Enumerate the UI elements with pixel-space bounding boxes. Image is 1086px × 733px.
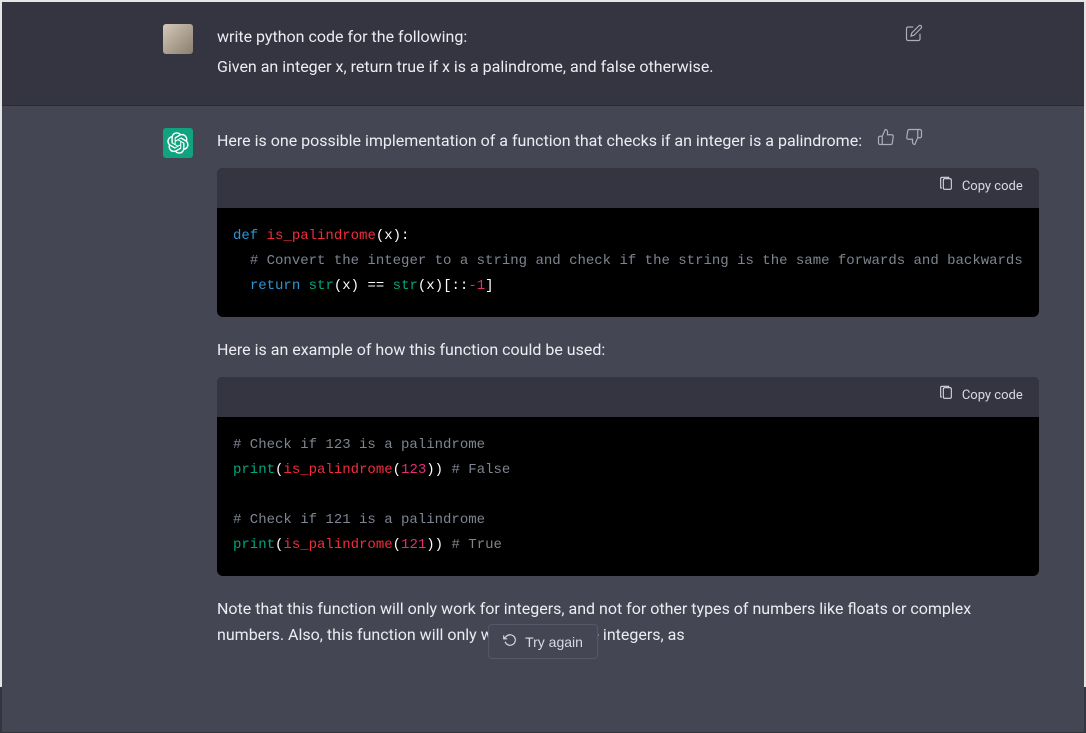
try-again-label: Try again [525, 634, 583, 650]
copy-code-button[interactable]: Copy code [938, 176, 1023, 200]
assistant-avatar [163, 128, 193, 158]
copy-label: Copy code [962, 386, 1023, 407]
assistant-note: Note that this function will only work f… [217, 596, 1039, 647]
copy-label: Copy code [962, 177, 1023, 198]
thumbs-up-icon[interactable] [877, 128, 895, 146]
assistant-mid: Here is an example of how this function … [217, 337, 1039, 363]
code-block-1: Copy code def is_palindrome(x): # Conver… [217, 168, 1039, 317]
edit-icon[interactable] [905, 24, 923, 42]
try-again-button[interactable]: Try again [488, 624, 598, 659]
clipboard-icon [938, 385, 954, 409]
user-content: write python code for the following: Giv… [217, 24, 923, 83]
clipboard-icon [938, 176, 954, 200]
user-line-1: write python code for the following: [217, 24, 923, 50]
thumbs-down-icon[interactable] [905, 128, 923, 146]
copy-code-button[interactable]: Copy code [938, 385, 1023, 409]
assistant-content: Here is one possible implementation of a… [217, 128, 1039, 651]
code-body-1: def is_palindrome(x): # Convert the inte… [217, 208, 1039, 318]
user-message: write python code for the following: Giv… [2, 2, 1084, 106]
user-avatar [163, 24, 193, 54]
user-line-2: Given an integer x, return true if x is … [217, 54, 923, 80]
refresh-icon [503, 633, 517, 650]
code-body-2: # Check if 123 is a palindrome print(is_… [217, 417, 1039, 577]
code-block-2: Copy code # Check if 123 is a palindrome… [217, 377, 1039, 577]
